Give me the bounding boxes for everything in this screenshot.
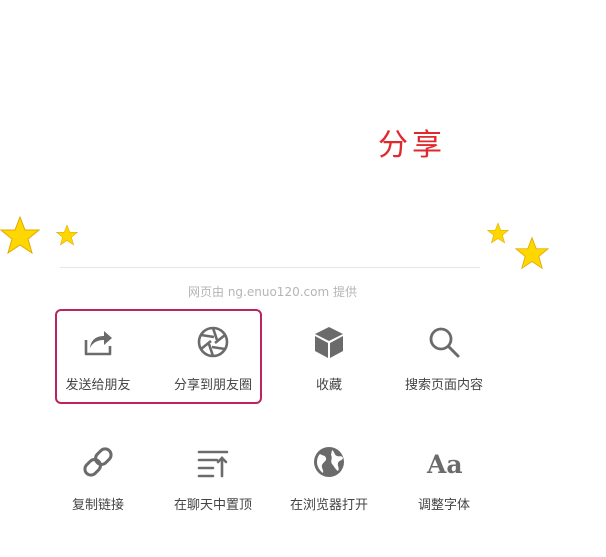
globe-icon xyxy=(309,442,349,482)
copy-link-button[interactable]: 复制链接 xyxy=(43,432,153,522)
send-to-friend-label: 发送给朋友 xyxy=(65,378,131,393)
favorite-label: 收藏 xyxy=(315,378,342,393)
share-moments-label: 分享到朋友圈 xyxy=(173,378,252,393)
svg-text:Aa: Aa xyxy=(426,450,463,479)
open-in-browser-button[interactable]: 在浏览器打开 xyxy=(274,432,384,522)
adjust-font-label: 调整字体 xyxy=(417,498,470,513)
star-icon xyxy=(515,236,549,270)
copy-link-label: 复制链接 xyxy=(71,498,124,513)
moments-icon xyxy=(193,322,233,362)
open-in-browser-label: 在浏览器打开 xyxy=(289,498,368,513)
pin-chat-button[interactable]: 在聊天中置顶 xyxy=(158,432,268,522)
font-size-icon: Aa xyxy=(424,442,464,482)
divider xyxy=(60,267,480,268)
search-page-label: 搜索页面内容 xyxy=(404,378,483,393)
pin-top-icon xyxy=(193,442,233,482)
share-title: 分享 xyxy=(378,128,446,163)
favorite-button[interactable]: 收藏 xyxy=(274,312,384,402)
star-icon xyxy=(0,215,40,255)
search-icon xyxy=(424,322,464,362)
search-page-button[interactable]: 搜索页面内容 xyxy=(389,312,499,402)
favorite-cube-icon xyxy=(309,322,349,362)
adjust-font-button[interactable]: Aa 调整字体 xyxy=(389,432,499,522)
star-icon xyxy=(56,224,78,246)
share-moments-button[interactable]: 分享到朋友圈 xyxy=(158,312,268,402)
send-to-friend-button[interactable]: 发送给朋友 xyxy=(43,312,153,402)
star-icon xyxy=(487,222,509,244)
forward-icon xyxy=(78,322,118,362)
link-icon xyxy=(78,442,118,482)
provider-text: 网页由 ng.enuo120.com 提供 xyxy=(188,285,357,299)
pin-chat-label: 在聊天中置顶 xyxy=(173,498,252,513)
